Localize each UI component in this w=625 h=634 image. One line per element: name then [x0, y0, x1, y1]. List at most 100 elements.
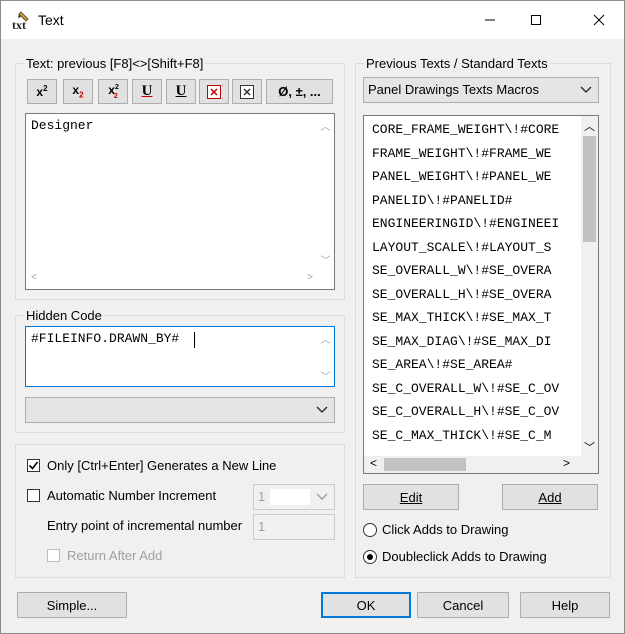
close-button[interactable] [576, 1, 622, 39]
overline-icon: U [175, 83, 187, 99]
title-bar[interactable]: txt Text [1, 1, 624, 39]
list-item[interactable]: PANEL_WEIGHT\!#PANEL_WE [372, 169, 551, 184]
chevron-down-icon [580, 86, 592, 94]
list-vscroll-thumb[interactable] [583, 136, 596, 242]
return-after-add-checkbox[interactable] [47, 549, 60, 562]
overline-button[interactable]: U [166, 79, 196, 104]
text-tool-icon: txt [10, 10, 32, 32]
window-title: Text [38, 12, 64, 28]
ok-button-label: OK [356, 597, 376, 613]
list-item[interactable]: SE_C_OVERALL_W\!#SE_C_OV [372, 381, 559, 396]
simple-button[interactable]: Simple... [17, 592, 127, 618]
return-after-add-label[interactable]: Return After Add [67, 548, 162, 563]
category-value: Panel Drawings Texts Macros [368, 82, 539, 97]
svg-text:txt: txt [12, 18, 26, 32]
entry-point-label: Entry point of incremental number [47, 518, 243, 533]
help-button-label: Help [551, 597, 579, 613]
text-vscroll[interactable]: ︿ ﹀ [317, 114, 334, 272]
entry-point-field[interactable]: 1 [253, 514, 335, 540]
hidden-code-dropdown[interactable] [25, 397, 335, 423]
subscript-button[interactable]: x2 [63, 79, 93, 104]
x-box-icon [240, 84, 254, 99]
help-button[interactable]: Help [520, 592, 610, 618]
delete-button[interactable] [232, 79, 262, 104]
list-item[interactable]: SE_AREA\!#SE_AREA# [372, 357, 512, 372]
scroll-left-icon[interactable]: < [370, 456, 377, 470]
category-dropdown[interactable]: Panel Drawings Texts Macros [363, 77, 599, 103]
edit-button-label: Edit [399, 489, 423, 505]
underline-icon: U [141, 83, 153, 99]
list-item[interactable]: SE_MAX_THICK\!#SE_MAX_T [372, 310, 551, 325]
list-hscroll[interactable]: < > [364, 456, 598, 473]
add-button[interactable]: Add [502, 484, 598, 510]
special-chars-button[interactable]: Ø, ±, ... [266, 79, 333, 104]
list-item[interactable]: CORE_FRAME_WEIGHT\!#CORE [372, 122, 559, 137]
maximize-button[interactable] [513, 1, 559, 39]
doubleclick-adds-radio[interactable] [363, 550, 377, 564]
only-ctrl-enter-checkbox[interactable] [27, 459, 40, 472]
stacked-fraction-icon: x22 [108, 83, 119, 100]
text-hscroll[interactable]: < > [26, 272, 318, 289]
scroll-right-icon[interactable]: > [563, 456, 570, 470]
chevron-down-icon [316, 406, 328, 414]
list-item[interactable]: LAYOUT_SCALE\!#LAYOUT_S [372, 240, 551, 255]
minimize-button[interactable] [467, 1, 513, 39]
auto-number-label[interactable]: Automatic Number Increment [47, 488, 216, 503]
hidden-code-label: Hidden Code [24, 308, 104, 323]
list-item[interactable]: SE_MAX_DIAG\!#SE_MAX_DI [372, 334, 551, 349]
list-item[interactable]: SE_OVERALL_H\!#SE_OVERA [372, 287, 551, 302]
list-item[interactable]: FRAME_WEIGHT\!#FRAME_WE [372, 146, 551, 161]
only-ctrl-enter-label[interactable]: Only [Ctrl+Enter] Generates a New Line [47, 458, 276, 473]
scroll-up-icon[interactable]: ︿ [321, 118, 331, 134]
click-adds-radio[interactable] [363, 523, 377, 537]
list-item[interactable]: SE_C_MAX_THICK\!#SE_C_M [372, 428, 551, 443]
subscript-icon: x2 [72, 83, 84, 100]
entry-point-value: 1 [258, 519, 266, 534]
auto-number-dropdown[interactable]: 1 [253, 484, 335, 510]
auto-number-value: 1 [258, 489, 266, 504]
cancel-button-label: Cancel [442, 597, 484, 613]
scroll-right-icon[interactable]: > [307, 273, 313, 284]
list-item[interactable]: PANELID\!#PANELID# [372, 193, 512, 208]
list-vscroll[interactable]: ︿ ﹀ [581, 116, 598, 457]
click-adds-label[interactable]: Click Adds to Drawing [382, 522, 508, 537]
clear-format-button[interactable] [199, 79, 229, 104]
text-dialog: txt Text Text: previous [F8]<>[Shift+F8]… [0, 0, 625, 634]
stacked-fraction-button[interactable]: x22 [98, 79, 128, 104]
list-item[interactable]: SE_C_OVERALL_H\!#SE_C_OV [372, 404, 559, 419]
simple-button-label: Simple... [46, 597, 98, 613]
ok-button[interactable]: OK [321, 592, 411, 618]
scroll-left-icon[interactable]: < [31, 273, 37, 284]
scroll-down-icon[interactable]: ﹀ [321, 252, 331, 268]
hidden-code-input[interactable]: #FILEINFO.DRAWN_BY# ︿ ﹀ [25, 326, 335, 387]
auto-number-field-fill [270, 489, 310, 505]
doubleclick-adds-label[interactable]: Doubleclick Adds to Drawing [382, 549, 547, 564]
cancel-button[interactable]: Cancel [417, 592, 509, 618]
hidden-code-value: #FILEINFO.DRAWN_BY# [31, 331, 180, 346]
checkmark-icon [28, 461, 39, 470]
list-hscroll-thumb[interactable] [384, 458, 466, 471]
underline-button[interactable]: U [132, 79, 162, 104]
radio-selected-dot [367, 554, 373, 560]
edit-button[interactable]: Edit [363, 484, 459, 510]
superscript-button[interactable]: x2 [27, 79, 57, 104]
scroll-up-icon[interactable]: ︿ [321, 331, 331, 347]
list-item[interactable]: ENGINEERINGID\!#ENGINEEI [372, 216, 559, 231]
superscript-icon: x2 [36, 84, 48, 99]
add-button-label: Add [538, 489, 562, 505]
text-value: Designer [31, 118, 94, 133]
list-item[interactable]: SE_OVERALL_W\!#SE_OVERA [372, 263, 551, 278]
previous-texts-label: Previous Texts / Standard Texts [364, 56, 550, 71]
previous-texts-list[interactable]: CORE_FRAME_WEIGHT\!#CORE FRAME_WEIGHT\!#F… [363, 115, 599, 474]
scroll-down-icon[interactable]: ﹀ [584, 439, 595, 455]
scroll-down-icon[interactable]: ﹀ [321, 368, 331, 384]
auto-number-checkbox[interactable] [27, 489, 40, 502]
red-x-box-icon [207, 84, 221, 99]
special-chars-label: Ø, ±, ... [278, 84, 321, 99]
text-input[interactable]: Designer ︿ ﹀ < > [25, 113, 335, 290]
text-cursor [194, 332, 195, 348]
chevron-down-icon [316, 493, 328, 501]
text-group-label: Text: previous [F8]<>[Shift+F8] [24, 56, 206, 71]
scroll-up-icon[interactable]: ︿ [584, 118, 595, 134]
hidden-code-vscroll[interactable]: ︿ ﹀ [317, 327, 334, 386]
